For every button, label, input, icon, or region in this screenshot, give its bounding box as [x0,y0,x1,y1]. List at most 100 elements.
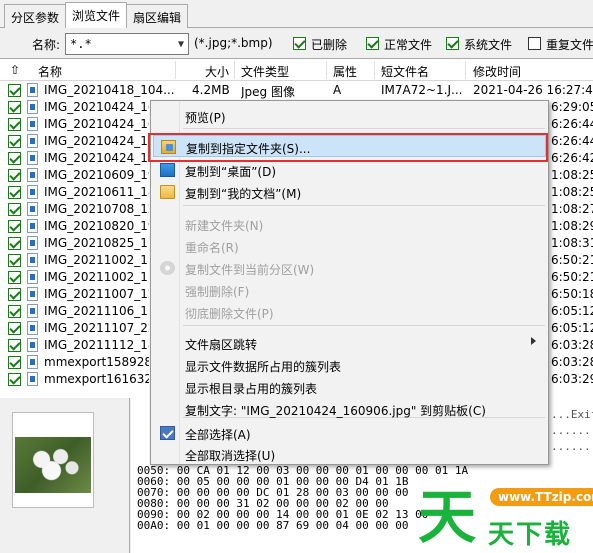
file-modified-time: 6:26:44 [551,134,593,148]
hex-ascii-line: ...Exif [551,408,593,421]
extension-hint: (*.jpg;*.bmp) [194,36,273,50]
file-modified-time: 2021-04-26 16:27:47 [473,83,593,97]
image-file-icon [27,253,38,267]
row-checkbox[interactable] [8,101,21,114]
image-file-icon [27,134,38,148]
row-checkbox[interactable] [8,288,21,301]
submenu-arrow-icon [531,337,536,345]
deleted-checkbox[interactable] [293,37,306,50]
deleted-label: 已删除 [311,38,348,52]
name-filter-input[interactable]: *.* ▼ [65,33,189,55]
menu-separator [183,325,545,326]
tab-browse-files[interactable]: 浏览文件 [65,2,128,29]
row-checkbox[interactable] [8,254,21,267]
file-name: mmexport1589282 [44,355,149,369]
row-checkbox[interactable] [8,135,21,148]
file-size: 4.2MB [192,83,230,97]
file-name: IMG_20210424_160 [44,134,149,148]
column-type[interactable]: 文件类型 [241,63,289,80]
column-modified-time[interactable]: 修改时间 [473,63,521,80]
image-file-icon [27,236,38,250]
menu-item-label: 预览(P) [185,111,226,125]
up-arrow-icon[interactable]: ⇧ [10,63,20,77]
row-checkbox[interactable] [8,237,21,250]
file-modified-time: 1:08:27 [551,202,593,216]
file-name: IMG_20211106_113 [44,304,149,318]
menu-deselect-all[interactable]: 全部取消选择(U) [153,443,546,465]
file-short-name: IM7A72~1.J... [381,83,463,97]
duplicate-files-checkbox[interactable] [528,37,541,50]
file-name: IMG_20210708_120 [44,202,149,216]
system-files-checkbox[interactable] [446,37,459,50]
file-name: IMG_20210820_190 [44,219,149,233]
menu-copy-to-documents[interactable]: 复制到“我的文档”(M) [153,181,546,203]
menu-item-label: 文件扇区跳转 [185,338,258,352]
menu-copy-text[interactable]: 复制文字: "IMG_20210424_160906.jpg" 到剪贴板(C) [153,398,546,420]
row-checkbox[interactable] [8,373,21,386]
file-name: IMG_20210424_160 [44,117,149,131]
name-filter-value: *.* [70,37,92,51]
row-checkbox[interactable] [8,84,21,97]
menu-select-all[interactable]: 全部选择(A) [153,422,546,444]
tab-partition-params[interactable]: 分区参数 [4,4,67,28]
file-name: IMG_20210609_190 [44,168,149,182]
row-checkbox[interactable] [8,220,21,233]
image-file-icon [27,355,38,369]
image-file-icon [27,168,38,182]
file-modified-time: 6:26:44 [551,117,593,131]
row-checkbox[interactable] [8,169,21,182]
row-checkbox[interactable] [8,305,21,318]
image-file-icon [27,151,38,165]
menu-permanent-delete: 彻底删除文件(P) [153,301,546,323]
image-thumbnail [12,412,94,508]
normal-files-label: 正常文件 [384,38,433,52]
menu-force-delete: 强制删除(F) [153,279,546,301]
menu-rename: 重命名(R) [153,235,546,257]
chevron-down-icon[interactable]: ▼ [178,39,184,50]
menu-item-label: 新建文件夹(N) [185,219,264,233]
menu-show-root-clusters[interactable]: 显示根目录占用的簇列表 [153,376,546,398]
row-checkbox[interactable] [8,356,21,369]
column-attributes[interactable]: 属性 [333,63,357,80]
menu-preview[interactable]: 预览(P) [153,105,546,127]
menu-item-label: 全部选择(A) [185,428,251,442]
menu-sector-jump[interactable]: 文件扇区跳转 [153,332,546,354]
row-checkbox[interactable] [8,203,21,216]
row-checkbox[interactable] [8,186,21,199]
menu-item-label: 复制到“我的文档”(M) [185,187,302,201]
menu-show-file-clusters[interactable]: 显示文件数据所占用的簇列表 [153,354,546,376]
column-header: ⇧ 名称 大小 文件类型 属性 短文件名 修改时间 [0,59,593,81]
image-file-icon [27,219,38,233]
select-all-icon [160,426,175,440]
file-modified-time: 1:08:31 [551,236,593,250]
column-short-name[interactable]: 短文件名 [381,63,429,80]
menu-copy-to-desktop[interactable]: 复制到“桌面”(D) [153,159,546,181]
file-modified-time: 6:03:28 [551,338,593,352]
row-checkbox[interactable] [8,118,21,131]
file-name: IMG_20211002_113 [44,253,149,267]
row-checkbox[interactable] [8,271,21,284]
image-file-icon [27,321,38,335]
file-modified-time: 6:50:21 [551,270,593,284]
image-file-icon [27,117,38,131]
column-size[interactable]: 大小 [205,63,229,80]
file-modified-time: 6:50:18 [551,287,593,301]
normal-files-checkbox[interactable] [366,37,379,50]
image-file-icon [27,100,38,114]
row-checkbox[interactable] [8,322,21,335]
image-file-icon [27,372,38,386]
row-checkbox[interactable] [8,339,21,352]
row-checkbox[interactable] [8,152,21,165]
file-name: IMG_20211112_181 [44,338,149,352]
menu-separator [183,205,545,206]
image-file-icon [27,287,38,301]
hex-line: 00A0: 00 01 00 00 00 87 69 00 04 00 00 0… [137,519,409,532]
filter-bar: 名称: *.* ▼ (*.jpg;*.bmp) 已删除 正常文件 系统文件 重复… [0,28,593,58]
tab-sector-edit[interactable]: 扇区编辑 [126,4,189,28]
table-row[interactable]: IMG_20210418_104... 4.2MB Jpeg 图像 A IM7A72~1… [0,82,593,99]
column-name[interactable]: 名称 [38,63,62,80]
image-file-icon [27,270,38,284]
menu-item-label: 显示根目录占用的簇列表 [185,382,318,396]
folder-icon [160,185,175,199]
file-name: IMG_20211007_122 [44,287,149,301]
